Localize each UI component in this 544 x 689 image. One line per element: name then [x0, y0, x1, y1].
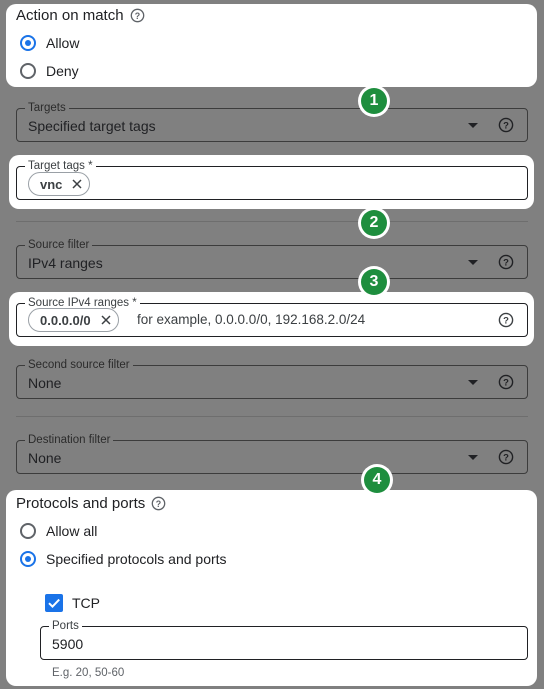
- ports-label: Ports: [49, 619, 82, 633]
- radio-allow-all-label: Allow all: [46, 523, 98, 539]
- help-circle-icon[interactable]: ?: [151, 496, 166, 511]
- help-circle-icon[interactable]: ?: [498, 374, 514, 390]
- divider: [16, 416, 528, 417]
- step-badge-3: 3: [358, 266, 390, 298]
- destination-filter-value: None: [28, 450, 62, 466]
- radio-allow[interactable]: Allow: [20, 35, 79, 51]
- second-source-filter-value: None: [28, 375, 62, 391]
- svg-text:?: ?: [156, 499, 161, 509]
- step-badge-number: 1: [361, 88, 387, 114]
- radio-allow-all[interactable]: Allow all: [20, 523, 97, 539]
- svg-text:?: ?: [503, 316, 509, 327]
- tcp-checkbox[interactable]: [45, 594, 63, 612]
- radio-button[interactable]: [20, 35, 36, 51]
- radio-deny[interactable]: Deny: [20, 63, 79, 79]
- close-icon[interactable]: [100, 314, 112, 326]
- step-badge-number: 2: [361, 210, 387, 236]
- svg-text:?: ?: [503, 258, 509, 269]
- svg-text:?: ?: [135, 11, 140, 21]
- help-circle-icon[interactable]: ?: [498, 312, 514, 328]
- radio-specified-protocols[interactable]: Specified protocols and ports: [20, 551, 227, 567]
- svg-text:?: ?: [503, 378, 509, 389]
- radio-button[interactable]: [20, 63, 36, 79]
- chevron-down-icon[interactable]: [468, 260, 478, 265]
- source-ranges-placeholder: for example, 0.0.0.0/0, 192.168.2.0/24: [137, 312, 366, 327]
- tag-chip[interactable]: vnc: [28, 172, 91, 196]
- step-badge-2: 2: [358, 207, 390, 239]
- radio-deny-label: Deny: [46, 63, 79, 79]
- step-badge-number: 4: [364, 467, 390, 493]
- svg-text:?: ?: [503, 121, 509, 132]
- source-filter-label: Source filter: [25, 238, 93, 252]
- chevron-down-icon[interactable]: [468, 123, 478, 128]
- radio-allow-label: Allow: [46, 35, 80, 51]
- ports-hint: E.g. 20, 50-60: [52, 667, 125, 679]
- targets-value: Specified target tags: [28, 118, 156, 134]
- chevron-down-icon[interactable]: [468, 455, 478, 460]
- step-badge-number: 3: [361, 269, 387, 295]
- ports-value: 5900: [52, 636, 84, 652]
- target-tags-label: Target tags *: [25, 159, 96, 173]
- range-chip-text: 0.0.0.0/0: [40, 312, 91, 328]
- destination-filter-select[interactable]: Destination filter None ?: [16, 433, 528, 474]
- svg-text:?: ?: [503, 453, 509, 464]
- chevron-down-icon[interactable]: [468, 380, 478, 385]
- radio-specified-label: Specified protocols and ports: [46, 551, 227, 567]
- second-source-filter-select[interactable]: Second source filter None ?: [16, 358, 528, 399]
- radio-button[interactable]: [20, 523, 36, 539]
- help-circle-icon[interactable]: ?: [498, 449, 514, 465]
- ports-field[interactable]: Ports 5900: [40, 619, 528, 660]
- source-filter-value: IPv4 ranges: [28, 255, 103, 271]
- step-badge-4: 4: [361, 464, 393, 496]
- targets-select[interactable]: Targets Specified target tags ?: [16, 101, 528, 142]
- targets-label: Targets: [25, 101, 69, 115]
- range-chip[interactable]: 0.0.0.0/0: [28, 308, 119, 332]
- source-filter-select[interactable]: Source filter IPv4 ranges ?: [16, 238, 528, 279]
- tcp-label: TCP: [72, 595, 100, 611]
- help-circle-icon[interactable]: ?: [130, 8, 145, 23]
- divider: [16, 221, 528, 222]
- target-tags-field[interactable]: Target tags *: [16, 159, 528, 200]
- protocols-title: Protocols and ports: [16, 495, 146, 512]
- radio-button[interactable]: [20, 551, 36, 567]
- help-circle-icon[interactable]: ?: [498, 254, 514, 270]
- help-circle-icon[interactable]: ?: [498, 117, 514, 133]
- action-on-match-title: Action on match: [16, 7, 124, 24]
- destination-filter-label: Destination filter: [25, 433, 114, 447]
- close-icon[interactable]: [71, 178, 83, 190]
- tag-chip-text: vnc: [40, 176, 63, 192]
- step-badge-1: 1: [358, 85, 390, 117]
- second-source-filter-label: Second source filter: [25, 358, 133, 372]
